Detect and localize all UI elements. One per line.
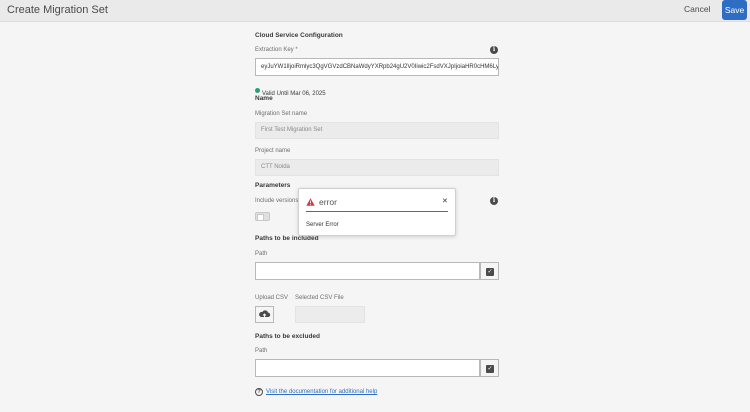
include-versions-label: Include versions [255, 198, 299, 204]
cloud-config-title: Cloud Service Configuration [255, 32, 343, 39]
extraction-key-input[interactable]: eyJuYW1lIjoiRmlyc3QgVGVzdCBNaWdyYXRpb24g… [255, 58, 499, 76]
include-versions-toggle[interactable] [255, 212, 270, 221]
exclude-path-label: Path [255, 348, 268, 354]
dialog-title: error [319, 197, 337, 207]
exclude-path-confirm-button[interactable]: ✓ [480, 359, 499, 377]
info-icon[interactable]: i [490, 197, 498, 205]
dialog-divider [306, 211, 448, 212]
extraction-key-label: Extraction Key * [255, 47, 298, 53]
help-icon: ? [255, 388, 263, 396]
close-icon[interactable]: ✕ [442, 197, 448, 205]
exclude-paths-title: Paths to be excluded [255, 333, 321, 340]
upload-csv-label: Upload CSV [255, 295, 289, 301]
page-title: Create Migration Set [7, 4, 108, 16]
include-paths-title: Paths to be included [255, 235, 319, 242]
include-path-confirm-button[interactable]: ✓ [480, 262, 499, 280]
migration-set-name-label: Migration Set name [255, 111, 308, 117]
cloud-upload-icon [259, 310, 271, 318]
checkbox-icon: ✓ [486, 268, 494, 276]
project-name-label: Project name [255, 148, 291, 154]
parameters-title: Parameters [255, 182, 291, 189]
info-icon[interactable]: i [490, 46, 498, 54]
upload-csv-button[interactable] [255, 306, 274, 323]
exclude-path-input[interactable] [255, 359, 480, 377]
dialog-message: Server Error [306, 222, 339, 228]
cancel-button[interactable]: Cancel [684, 4, 710, 14]
documentation-link[interactable]: Visit the documentation for additional h… [266, 389, 377, 395]
error-dialog: error ✕ Server Error [298, 188, 456, 236]
include-path-input[interactable] [255, 262, 480, 280]
save-button[interactable]: Save [722, 0, 747, 20]
selected-csv-label: Selected CSV File [295, 295, 344, 301]
warning-icon [306, 198, 315, 206]
include-path-label: Path [255, 251, 268, 257]
check-circle-icon [255, 88, 260, 94]
migration-set-name-field: First Test Migration Set [255, 122, 499, 139]
name-section-title: Name [255, 95, 273, 102]
selected-csv-field [295, 306, 365, 323]
top-bar: Create Migration Set Cancel Save [0, 0, 750, 22]
checkbox-icon: ✓ [486, 365, 494, 373]
project-name-field: CTT Noida [255, 159, 499, 176]
